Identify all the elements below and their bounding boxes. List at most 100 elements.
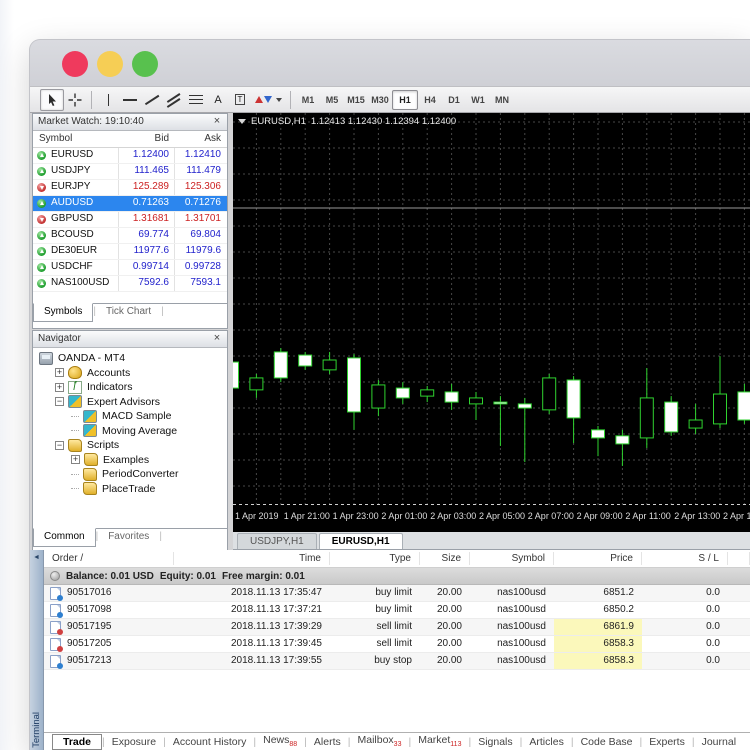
order-size: 20.00 <box>420 653 470 669</box>
chart-symbol-label: EURUSD,H1 <box>251 116 306 127</box>
terminal-tab-experts[interactable]: Experts <box>642 736 692 748</box>
market-watch-row[interactable]: USDJPY111.465111.479 <box>33 164 227 180</box>
column-ask[interactable]: Ask <box>204 133 221 144</box>
timeframe-button-w1[interactable]: W1 <box>466 91 490 109</box>
text-icon[interactable]: A <box>207 90 229 110</box>
terminal-tab-exposure[interactable]: Exposure <box>105 736 163 748</box>
market-watch-row[interactable]: GBPUSD1.316811.31701 <box>33 212 227 228</box>
terminal-tab-news[interactable]: News88 <box>256 734 304 748</box>
timeframe-button-m15[interactable]: M15 <box>344 91 368 109</box>
symbol-name: USDJPY <box>51 165 90 176</box>
column-header-symbol[interactable]: Symbol <box>470 552 554 565</box>
order-row[interactable]: 905170982018.11.13 17:37:21buy limit20.0… <box>44 602 750 619</box>
chart-dropdown-icon[interactable] <box>238 119 246 124</box>
tab-tick-chart[interactable]: Tick Chart <box>96 304 161 322</box>
order-row[interactable]: 905171952018.11.13 17:39:29sell limit20.… <box>44 619 750 636</box>
tree-item-scripts[interactable]: −Scripts <box>33 438 227 453</box>
column-header-size[interactable]: Size <box>420 552 470 565</box>
tree-item-placetrade[interactable]: PlaceTrade <box>33 482 227 497</box>
terminal-tab-code-base[interactable]: Code Base <box>574 736 640 748</box>
channel-icon[interactable] <box>163 90 185 110</box>
cursor-icon[interactable] <box>40 89 64 111</box>
column-header-order[interactable]: Order / <box>44 552 174 565</box>
fibonacci-icon[interactable] <box>185 90 207 110</box>
balance-label: Balance: 0.01 USD <box>66 571 154 582</box>
market-watch-row[interactable]: EURUSD1.124001.12410 <box>33 148 227 164</box>
chart-window[interactable]: EURUSD,H1 1.12413 1.12430 1.12394 1.1240… <box>233 113 750 532</box>
tree-expander[interactable]: − <box>55 441 64 450</box>
close-window-button[interactable] <box>62 51 88 77</box>
candlestick-chart[interactable] <box>233 113 750 505</box>
tree-item-oanda-mt4[interactable]: OANDA - MT4 <box>33 351 227 366</box>
order-row-spacer <box>728 585 750 601</box>
zoom-window-button[interactable] <box>132 51 158 77</box>
tree-item-moving-average[interactable]: Moving Average <box>33 424 227 439</box>
column-header-price[interactable]: Price <box>554 552 642 565</box>
tab-symbols[interactable]: Symbols <box>33 303 93 322</box>
tree-expander[interactable]: + <box>55 383 64 392</box>
terminal-tab-trade[interactable]: Trade <box>52 734 102 750</box>
timeframe-button-h4[interactable]: H4 <box>418 91 442 109</box>
tab-common[interactable]: Common <box>33 528 96 547</box>
terminal-tab-mailbox[interactable]: Mailbox33 <box>350 734 408 748</box>
terminal-grip[interactable]: Terminal <box>30 550 44 750</box>
terminal-tab-account-history[interactable]: Account History <box>166 736 254 748</box>
tab-separator: | <box>161 304 164 322</box>
column-header-type[interactable]: Type <box>330 552 420 565</box>
crosshair-icon[interactable] <box>64 90 86 110</box>
timeframe-button-mn[interactable]: MN <box>490 91 514 109</box>
column-header-s-l[interactable]: S / L <box>642 552 728 565</box>
market-watch-row[interactable]: AUDUSD0.712630.71276 <box>33 196 227 212</box>
unread-count-badge: 88 <box>289 742 297 749</box>
tree-expander[interactable]: + <box>71 455 80 464</box>
terminal-tab-journal[interactable]: Journal <box>695 736 743 748</box>
tree-item-accounts[interactable]: +Accounts <box>33 366 227 381</box>
close-icon[interactable] <box>211 114 223 129</box>
horizontal-line-glyph <box>123 99 137 101</box>
column-symbol[interactable]: Symbol <box>39 133 72 144</box>
terminal-tab-label: Code Base <box>581 736 633 748</box>
market-watch-row[interactable]: EURJPY125.289125.306 <box>33 180 227 196</box>
order-row[interactable]: 905170162018.11.13 17:35:47buy limit20.0… <box>44 585 750 602</box>
shapes-icon[interactable] <box>251 90 285 110</box>
chart-tab-eurusd-h1[interactable]: EURUSD,H1 <box>319 533 403 549</box>
vertical-line-icon[interactable] <box>97 90 119 110</box>
timeframe-button-m1[interactable]: M1 <box>296 91 320 109</box>
balance-icon <box>50 571 60 581</box>
tree-item-examples[interactable]: +Examples <box>33 453 227 468</box>
tree-item-periodconverter[interactable]: PeriodConverter <box>33 467 227 482</box>
market-watch-row[interactable]: BCOUSD69.77469.804 <box>33 228 227 244</box>
terminal-tab-signals[interactable]: Signals <box>471 736 519 748</box>
column-header-time[interactable]: Time <box>174 552 330 565</box>
tree-connector <box>71 416 79 417</box>
tree-item-indicators[interactable]: +Indicators <box>33 380 227 395</box>
dropdown-caret-icon <box>276 98 282 102</box>
terminal-tab-market[interactable]: Market113 <box>411 734 468 748</box>
chart-tab-usdjpy-h1[interactable]: USDJPY,H1 <box>237 533 317 549</box>
market-watch-row[interactable]: DE30EUR11977.611979.6 <box>33 244 227 260</box>
terminal-tab-alerts[interactable]: Alerts <box>307 736 348 748</box>
tab-favorites[interactable]: Favorites <box>98 529 159 547</box>
close-icon[interactable] <box>211 331 223 346</box>
horizontal-line-icon[interactable] <box>119 90 141 110</box>
tree-item-expert-advisors[interactable]: −Expert Advisors <box>33 395 227 410</box>
tree-expander[interactable]: − <box>55 397 64 406</box>
market-watch-row[interactable]: NAS100USD7592.67593.1 <box>33 276 227 292</box>
timeframe-button-m30[interactable]: M30 <box>368 91 392 109</box>
tree-item-macd-sample[interactable]: MACD Sample <box>33 409 227 424</box>
order-row[interactable]: 905172052018.11.13 17:39:45sell limit20.… <box>44 636 750 653</box>
timeframe-button-d1[interactable]: D1 <box>442 91 466 109</box>
tree-expander[interactable]: + <box>55 368 64 377</box>
market-watch-row[interactable]: USDCHF0.997140.99728 <box>33 260 227 276</box>
window-titlebar[interactable] <box>30 40 750 86</box>
label-icon[interactable]: T <box>229 90 251 110</box>
trendline-icon[interactable] <box>141 90 163 110</box>
order-row[interactable]: 905172132018.11.13 17:39:55buy stop20.00… <box>44 653 750 670</box>
column-bid[interactable]: Bid <box>155 133 169 144</box>
timeframe-button-m5[interactable]: M5 <box>320 91 344 109</box>
terminal-tab-articles[interactable]: Articles <box>522 736 570 748</box>
buy-order-icon <box>57 612 63 618</box>
timeframe-button-h1[interactable]: H1 <box>392 90 418 110</box>
collapse-arrow-icon[interactable] <box>33 554 40 561</box>
minimize-window-button[interactable] <box>97 51 123 77</box>
